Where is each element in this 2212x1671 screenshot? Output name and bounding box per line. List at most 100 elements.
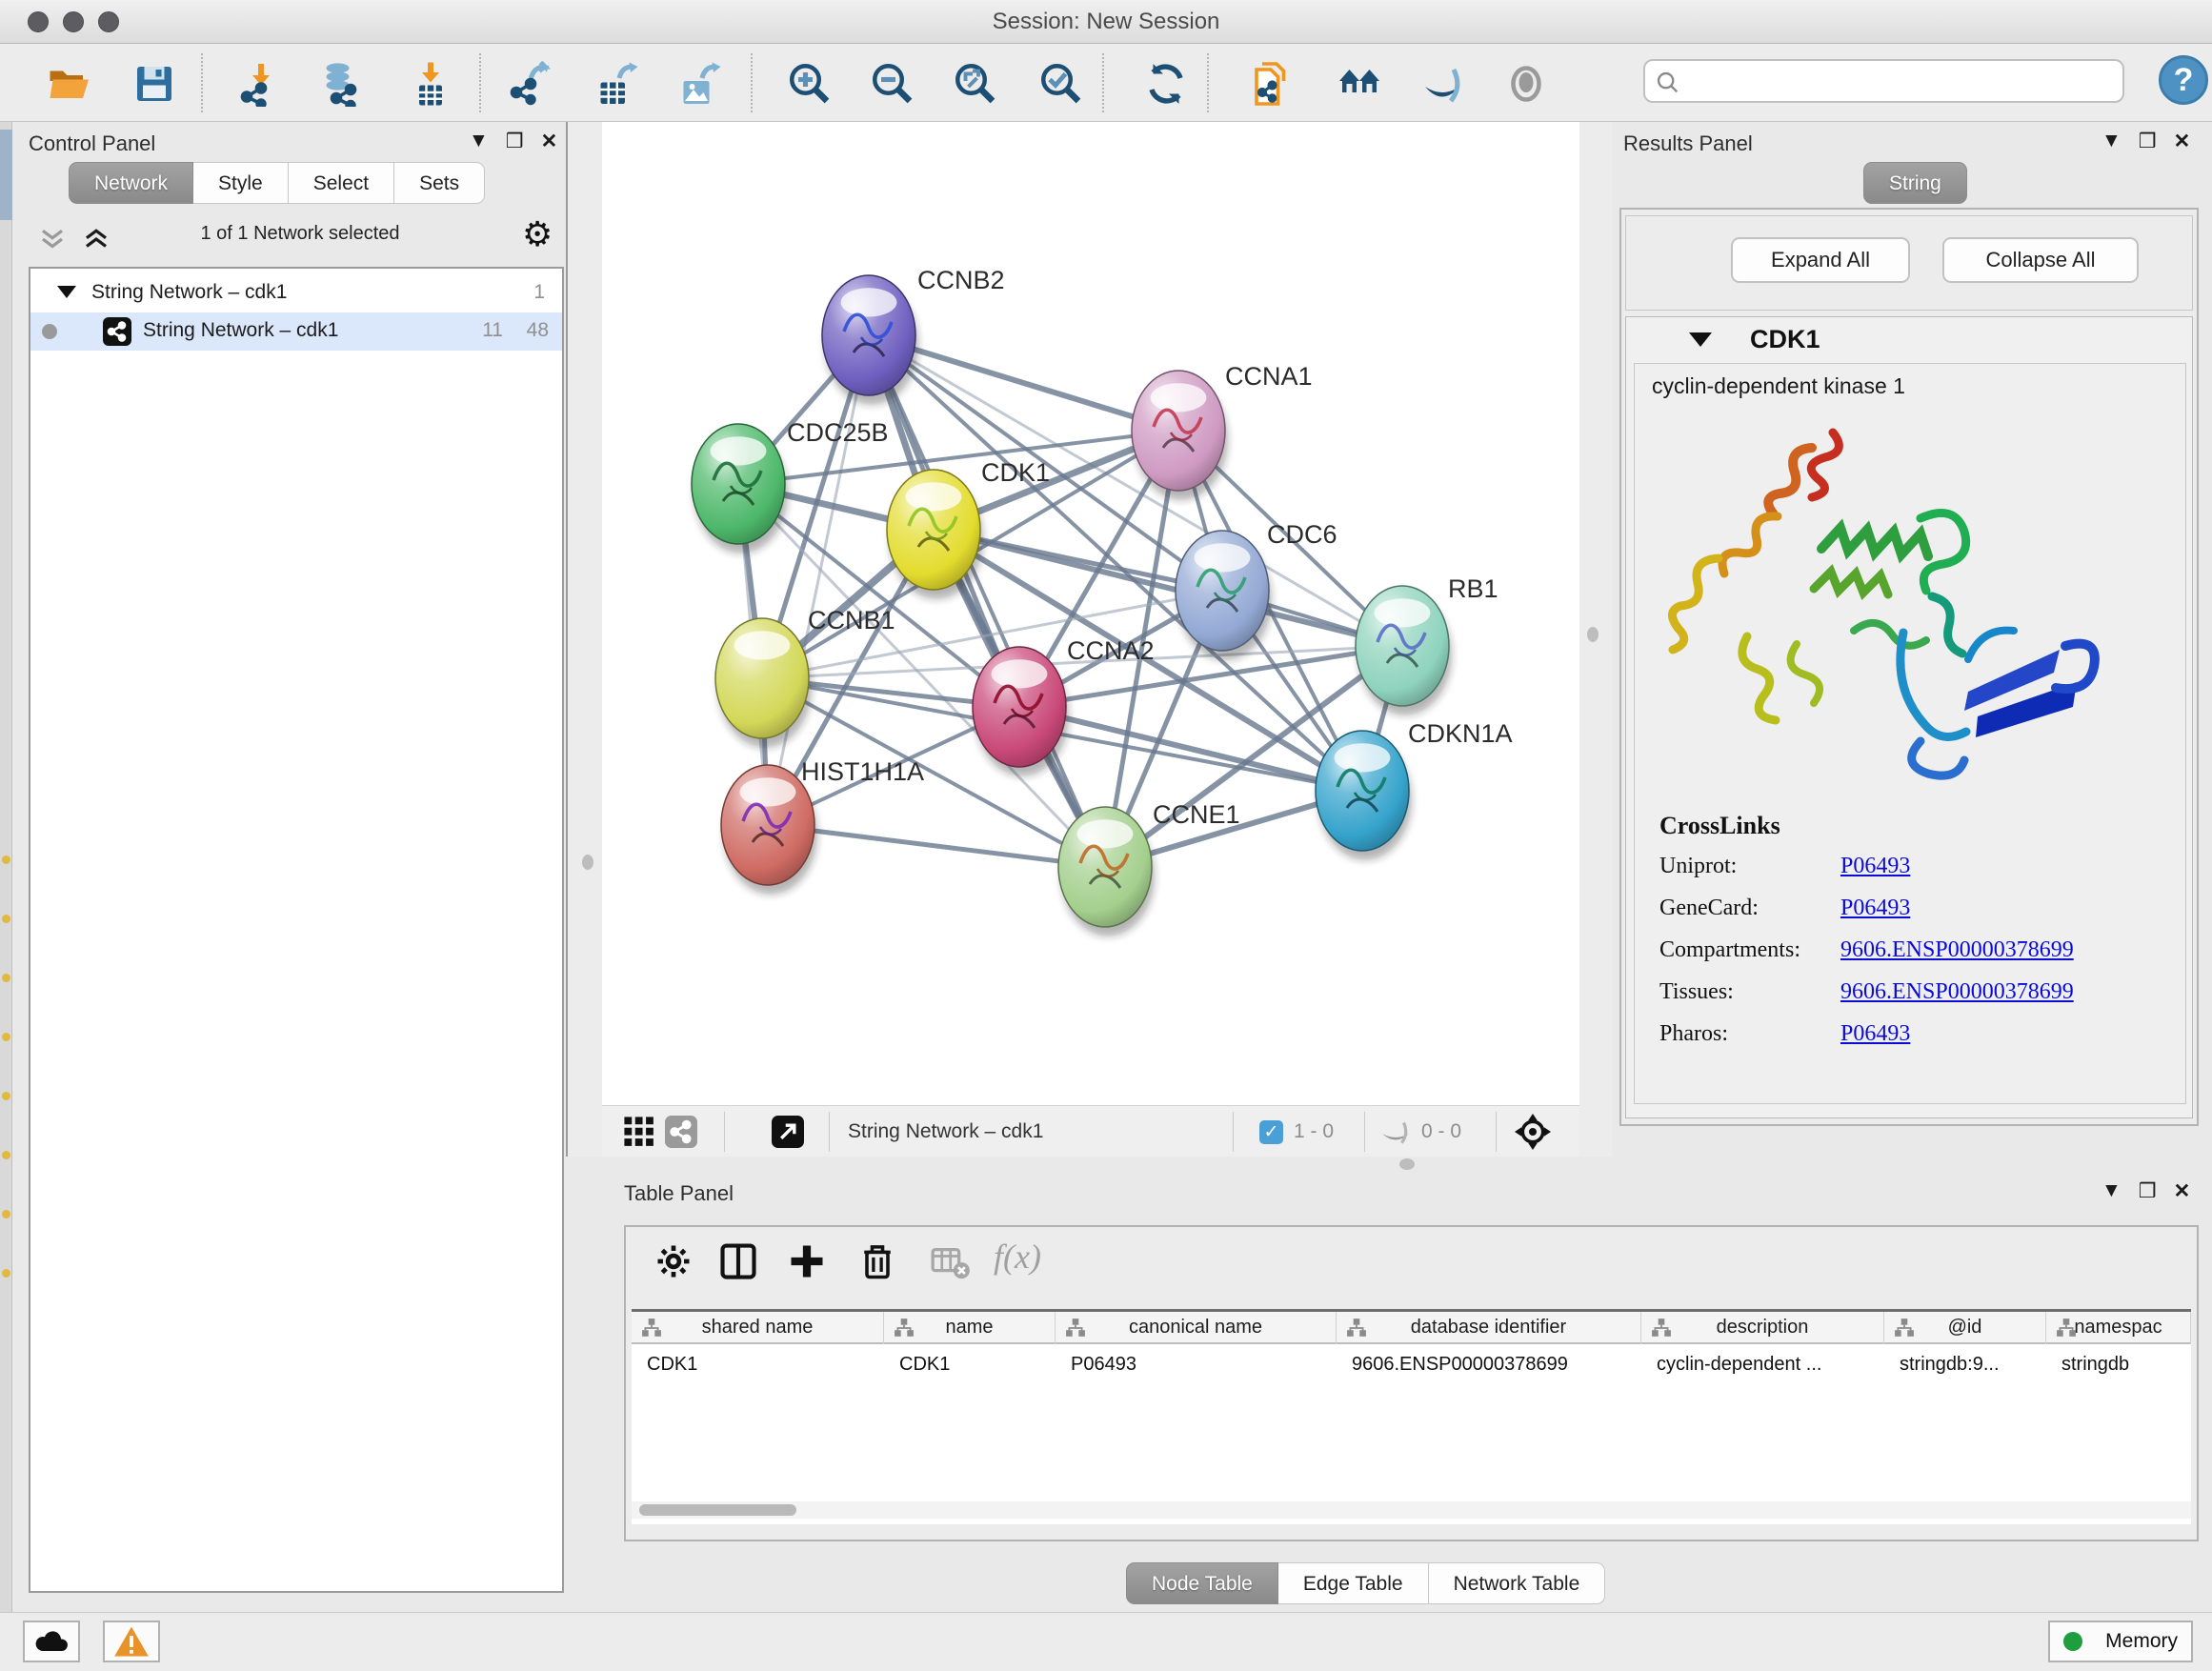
save-session-button[interactable] [128, 57, 181, 111]
node-CCNB2[interactable] [822, 275, 918, 405]
left-panel-divider[interactable] [566, 122, 602, 1157]
hide-selected-button[interactable] [1416, 57, 1469, 111]
show-columns-icon[interactable] [717, 1240, 759, 1282]
create-column-icon[interactable] [786, 1240, 828, 1282]
new-network-from-selection-button[interactable] [1247, 57, 1300, 111]
table-cell[interactable]: CDK1 [884, 1346, 1056, 1382]
left-divider-grip[interactable] [582, 855, 593, 870]
crosslink-link[interactable]: P06493 [1840, 1021, 1910, 1047]
column-header-canonical-name[interactable]: canonical name [1056, 1312, 1337, 1344]
table-horizontal-scrollbar[interactable] [632, 1501, 2191, 1519]
export-image-button[interactable] [673, 57, 726, 111]
tab-edge-table[interactable]: Edge Table [1278, 1562, 1429, 1604]
search-input[interactable] [1689, 63, 2108, 99]
tab-string[interactable]: String [1863, 162, 1967, 204]
zoom-selected-button[interactable] [1035, 57, 1088, 111]
panel-menu-icon[interactable]: ▼ [2101, 130, 2122, 153]
collapse-triangle-icon[interactable] [57, 286, 76, 298]
table-cell[interactable]: CDK1 [632, 1346, 884, 1382]
selected-checkbox-icon[interactable]: ✓ [1259, 1120, 1283, 1144]
panel-float-icon[interactable]: ❒ [2139, 130, 2157, 153]
node-CCNA2[interactable] [973, 647, 1069, 776]
collapse-all-networks-icon[interactable] [38, 227, 67, 252]
table-cell[interactable]: 9606.ENSP00000378699 [1337, 1346, 1641, 1382]
table-cell[interactable]: cyclin-dependent ... [1641, 1346, 1884, 1382]
node-CCNA1[interactable] [1132, 371, 1228, 500]
network-collection-row[interactable]: String Network – cdk1 1 [30, 274, 562, 312]
open-session-button[interactable] [42, 57, 95, 111]
birdseye-view-icon[interactable] [1515, 1114, 1551, 1150]
zoom-out-button[interactable] [866, 57, 919, 111]
node-CDK1[interactable] [887, 470, 983, 599]
panel-menu-icon[interactable]: ▼ [469, 130, 489, 153]
edge-CCNB2-HIST1H1A[interactable] [768, 335, 869, 825]
node-CDC25B[interactable] [692, 424, 788, 554]
tab-node-table[interactable]: Node Table [1126, 1562, 1278, 1604]
panel-menu-icon[interactable]: ▼ [2101, 1179, 2122, 1203]
edge-HIST1H1A-CCNE1[interactable] [768, 825, 1105, 867]
delete-column-icon[interactable] [856, 1240, 898, 1282]
edge-CCNB2-CCNE1[interactable] [869, 335, 1105, 867]
crosslink-link[interactable]: 9606.ENSP00000378699 [1840, 937, 2074, 963]
panel-close-icon[interactable]: ✕ [2174, 130, 2191, 153]
bottom-divider-grip[interactable] [1399, 1158, 1415, 1170]
table-row[interactable]: CDK1CDK1P064939606.ENSP00000378699cyclin… [632, 1346, 2191, 1382]
collapse-all-button[interactable]: Collapse All [1942, 237, 2139, 283]
column-header-name[interactable]: name [884, 1312, 1056, 1344]
scrollbar-thumb[interactable] [639, 1504, 796, 1516]
tab-network-table[interactable]: Network Table [1429, 1562, 1606, 1604]
panel-float-icon[interactable]: ❒ [506, 130, 524, 153]
import-network-button[interactable] [234, 57, 288, 111]
right-divider-grip[interactable] [1587, 627, 1599, 642]
node-CDKN1A[interactable] [1316, 731, 1412, 860]
warnings-button[interactable] [103, 1621, 160, 1662]
crosslink-link[interactable]: P06493 [1840, 854, 1910, 879]
node-CDC6[interactable] [1176, 531, 1272, 660]
network-row[interactable]: String Network – cdk1 11 48 [30, 312, 562, 351]
panel-float-icon[interactable]: ❒ [2139, 1179, 2157, 1203]
help-button[interactable]: ? [2159, 55, 2208, 105]
first-neighbors-button[interactable] [1333, 57, 1386, 111]
table-cell[interactable]: stringdb [2046, 1346, 2191, 1382]
table-options-gear-icon[interactable] [653, 1240, 694, 1282]
tab-sets[interactable]: Sets [394, 162, 485, 204]
panel-close-icon[interactable]: ✕ [2174, 1179, 2191, 1203]
zoom-fit-button[interactable] [949, 57, 1002, 111]
tab-network[interactable]: Network [69, 162, 193, 204]
expand-all-button[interactable]: Expand All [1731, 237, 1910, 283]
column-header-@id[interactable]: @id [1884, 1312, 2046, 1344]
table-cell[interactable]: P06493 [1056, 1346, 1337, 1382]
tab-select[interactable]: Select [289, 162, 394, 204]
expand-all-networks-icon[interactable] [82, 227, 111, 252]
node-RB1[interactable] [1356, 586, 1452, 715]
column-header-database-identifier[interactable]: database identifier [1337, 1312, 1641, 1344]
column-header-shared-name[interactable]: shared name [632, 1312, 884, 1344]
collapse-triangle-icon[interactable] [1689, 332, 1712, 347]
hidden-eye-icon [1379, 1119, 1412, 1144]
show-all-button[interactable] [1499, 57, 1553, 111]
import-network-from-database-button[interactable] [315, 57, 369, 111]
export-table-button[interactable] [590, 57, 643, 111]
network-canvas[interactable]: CCNB2CCNA1CDC25BCDK1CDC6RB1CCNB1CCNA2CDK… [602, 122, 1579, 1105]
string-settings-icon[interactable] [665, 1116, 697, 1148]
crosslink-link[interactable]: 9606.ENSP00000378699 [1840, 979, 2074, 1005]
crosslink-link[interactable]: P06493 [1840, 896, 1910, 921]
tab-style[interactable]: Style [193, 162, 289, 204]
protein-section-header[interactable]: CDK1 [1626, 317, 2192, 363]
detach-view-icon[interactable] [772, 1116, 804, 1148]
cloud-status-button[interactable] [23, 1621, 80, 1662]
node-CCNB1[interactable] [715, 618, 812, 748]
panel-close-icon[interactable]: ✕ [541, 130, 558, 153]
column-header-description[interactable]: description [1641, 1312, 1884, 1344]
memory-button[interactable]: Memory [2048, 1621, 2193, 1662]
export-network-button[interactable] [504, 57, 557, 111]
zoom-in-button[interactable] [783, 57, 836, 111]
node-CCNE1[interactable] [1058, 807, 1155, 936]
column-header-namespac[interactable]: namespac [2046, 1312, 2191, 1344]
graphics-details-icon[interactable] [623, 1116, 655, 1148]
table-cell[interactable]: stringdb:9... [1884, 1346, 2046, 1382]
import-table-button[interactable] [404, 57, 457, 111]
node-label-CCNE1: CCNE1 [1153, 800, 1240, 829]
apply-layout-button[interactable] [1139, 57, 1193, 111]
network-options-gear-icon[interactable]: ⚙ [522, 215, 553, 254]
